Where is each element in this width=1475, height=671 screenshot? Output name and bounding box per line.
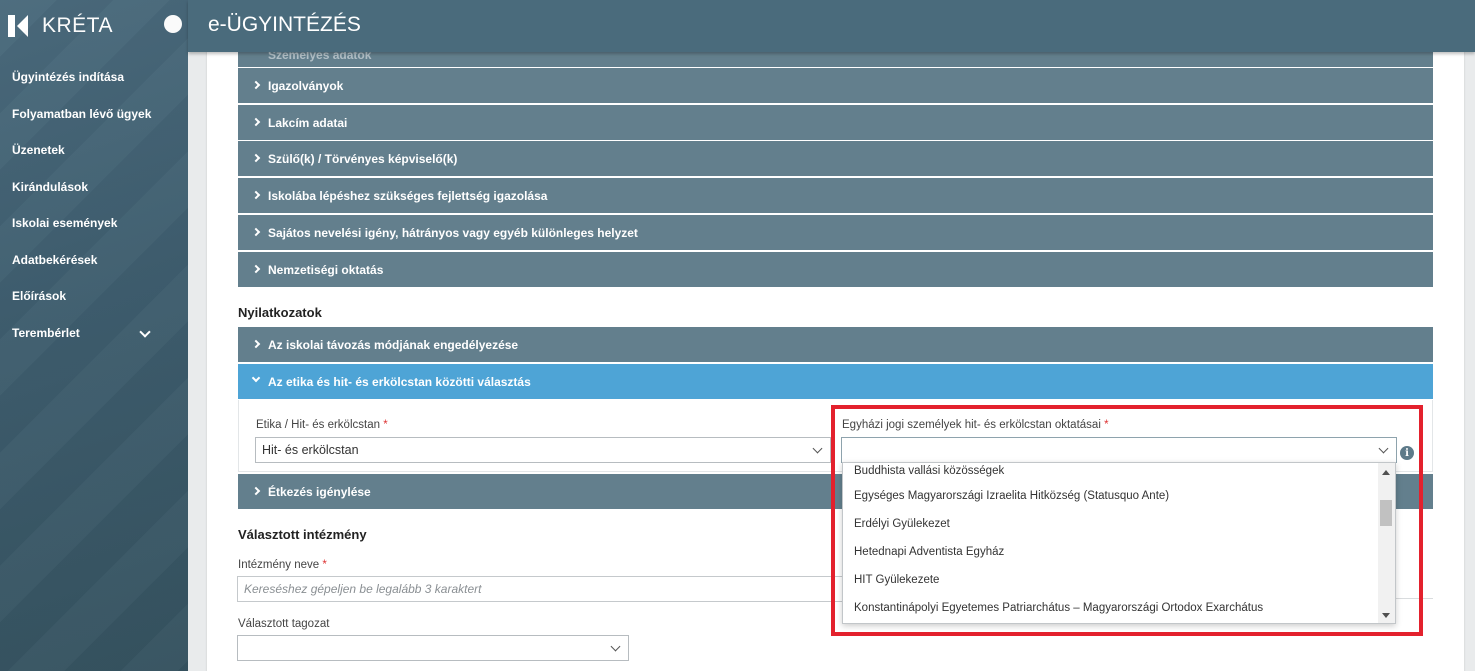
accordion-iskolai-tavozas[interactable]: Az iskolai távozás módjának engedélyezés…: [238, 327, 1433, 362]
sidebar-item-iskolai-esemenyek[interactable]: Iskolai események: [0, 205, 188, 242]
chevron-down-icon: [1378, 443, 1389, 454]
brand[interactable]: KRÉTA: [8, 14, 113, 38]
field-label-intezmeny-neve: Intézmény neve *: [238, 559, 327, 571]
chevron-down-icon: [251, 373, 261, 383]
dropdown-option[interactable]: Buddhista vallási közösségek: [843, 463, 1395, 482]
chevron-right-icon: [251, 117, 261, 127]
etika-select[interactable]: Hit- és erkölcstan: [255, 437, 831, 463]
dropdown-scrollbar[interactable]: [1378, 463, 1395, 623]
accordion-nemzetisegi-oktatas[interactable]: Nemzetiségi oktatás: [238, 252, 1433, 287]
accordion-etika-hit-erkolcstan[interactable]: Az etika és hit- és erkölcstan közötti v…: [238, 364, 1433, 399]
sidebar: KRÉTA Ügyintézés indítása Folyamatban lé…: [0, 0, 188, 671]
scroll-thumb[interactable]: [1380, 500, 1392, 526]
sidebar-item-kirandulasok[interactable]: Kirándulások: [0, 169, 188, 206]
chevron-down-icon: [139, 325, 151, 338]
accordion-szulok[interactable]: Szülő(k) / Törvényes képviselő(k): [238, 141, 1433, 176]
chevron-down-icon: [610, 641, 621, 652]
app-header: e-ÜGYINTÉZÉS: [188, 0, 1475, 52]
chevron-right-icon: [251, 190, 261, 200]
section-title-nyilatkozatok: Nyilatkozatok: [238, 305, 322, 320]
section-title-valasztott-intezmeny: Választott intézmény: [238, 527, 367, 542]
sidebar-item-teremberlet[interactable]: Terembérlet: [0, 315, 188, 352]
dropdown-option[interactable]: Konstantinápolyi Egyetemes Patriarchátus…: [843, 594, 1395, 622]
accordion-lakcim-adatai[interactable]: Lakcím adatai: [238, 105, 1433, 140]
dropdown-option[interactable]: Hetednapi Adventista Egyház: [843, 538, 1395, 566]
field-label-egyhazi: Egyházi jogi személyek hit- és erkölcsta…: [842, 419, 1109, 431]
field-label-tagozat: Választott tagozat: [238, 618, 330, 630]
sidebar-nav: Ügyintézés indítása Folyamatban lévő ügy…: [0, 59, 188, 351]
sidebar-item-eloirasok[interactable]: Előírások: [0, 278, 188, 315]
sidebar-item-adatbekeresek[interactable]: Adatbekérések: [0, 242, 188, 279]
sidebar-toggle-icon[interactable]: [164, 15, 182, 33]
divider: [1396, 598, 1433, 599]
dropdown-option[interactable]: Egységes Magyarországi Izraelita Hitközs…: [843, 482, 1395, 510]
kreta-logo-icon: [8, 15, 30, 37]
brand-name: KRÉTA: [42, 14, 113, 37]
egyhazi-dropdown-list[interactable]: Buddhista vallási közösségek Egységes Ma…: [842, 462, 1396, 624]
chevron-right-icon: [251, 80, 261, 90]
scroll-up-arrow-icon[interactable]: [1382, 470, 1390, 475]
chevron-down-icon: [812, 443, 823, 454]
accordion-fejlettseg-igazolasa[interactable]: Iskolába lépéshez szükséges fejlettség i…: [238, 178, 1433, 213]
dropdown-option[interactable]: HIT Gyülekezete: [843, 566, 1395, 594]
accordion-sajatos-nevelesi-igeny[interactable]: Sajátos nevelési igény, hátrányos vagy e…: [238, 215, 1433, 250]
page-title: e-ÜGYINTÉZÉS: [208, 13, 361, 36]
chevron-right-icon: [251, 339, 261, 349]
intezmeny-search-input[interactable]: Kereséshez gépeljen be legalább 3 karakt…: [237, 576, 857, 602]
sidebar-item-uzenetek[interactable]: Üzenetek: [0, 132, 188, 169]
chevron-right-icon: [251, 227, 261, 237]
chevron-right-icon: [251, 153, 261, 163]
sidebar-item-folyamatban-levo-ugyek[interactable]: Folyamatban lévő ügyek: [0, 96, 188, 133]
accordion-igazolvanyok[interactable]: Igazolványok: [238, 68, 1433, 103]
dropdown-option[interactable]: Erdélyi Gyülekezet: [843, 510, 1395, 538]
field-label-etika: Etika / Hit- és erkölcstan *: [256, 419, 388, 431]
scroll-down-arrow-icon[interactable]: [1382, 613, 1390, 618]
sidebar-item-ugyintezes-inditasa[interactable]: Ügyintézés indítása: [0, 59, 188, 96]
tagozat-select[interactable]: [237, 635, 629, 661]
chevron-right-icon: [251, 486, 261, 496]
info-icon[interactable]: i: [1400, 446, 1414, 460]
egyhazi-select[interactable]: [841, 437, 1397, 463]
chevron-right-icon: [251, 264, 261, 274]
